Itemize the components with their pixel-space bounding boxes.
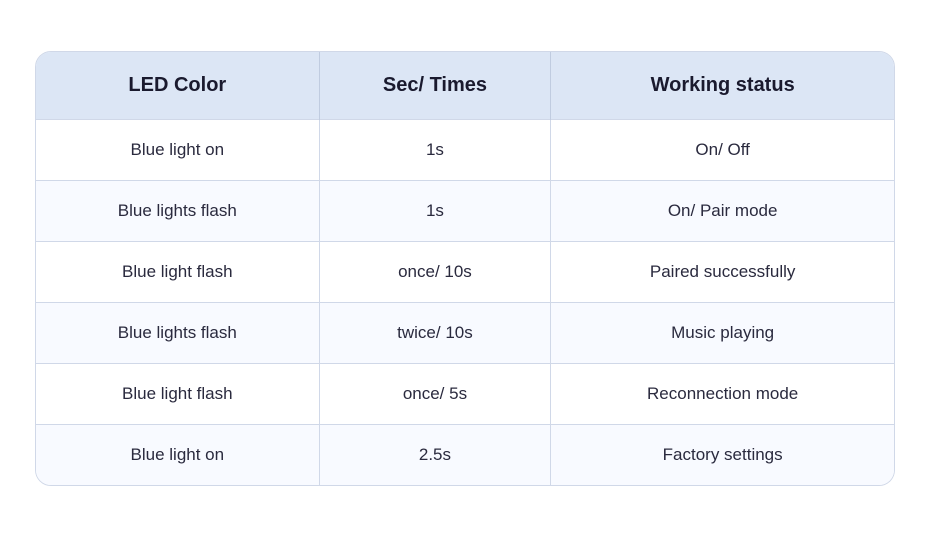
header-led-color: LED Color — [36, 52, 319, 120]
cell-working-status: Reconnection mode — [551, 363, 894, 424]
table-row: Blue lights flashtwice/ 10sMusic playing — [36, 302, 894, 363]
cell-sec-times: 2.5s — [319, 424, 551, 485]
led-status-table: LED Color Sec/ Times Working status Blue… — [35, 51, 895, 486]
cell-led-color: Blue light on — [36, 119, 319, 180]
table-header-row: LED Color Sec/ Times Working status — [36, 52, 894, 120]
cell-led-color: Blue light flash — [36, 241, 319, 302]
cell-led-color: Blue lights flash — [36, 302, 319, 363]
cell-sec-times: twice/ 10s — [319, 302, 551, 363]
table-row: Blue light flashonce/ 10sPaired successf… — [36, 241, 894, 302]
cell-sec-times: once/ 5s — [319, 363, 551, 424]
table-row: Blue light on1sOn/ Off — [36, 119, 894, 180]
cell-working-status: On/ Pair mode — [551, 180, 894, 241]
cell-working-status: Music playing — [551, 302, 894, 363]
table-row: Blue lights flash1sOn/ Pair mode — [36, 180, 894, 241]
header-working-status: Working status — [551, 52, 894, 120]
table-row: Blue light flashonce/ 5sReconnection mod… — [36, 363, 894, 424]
cell-working-status: Factory settings — [551, 424, 894, 485]
cell-working-status: Paired successfully — [551, 241, 894, 302]
cell-working-status: On/ Off — [551, 119, 894, 180]
cell-sec-times: 1s — [319, 180, 551, 241]
cell-sec-times: 1s — [319, 119, 551, 180]
cell-led-color: Blue light on — [36, 424, 319, 485]
cell-led-color: Blue light flash — [36, 363, 319, 424]
cell-sec-times: once/ 10s — [319, 241, 551, 302]
cell-led-color: Blue lights flash — [36, 180, 319, 241]
table-row: Blue light on2.5sFactory settings — [36, 424, 894, 485]
header-sec-times: Sec/ Times — [319, 52, 551, 120]
